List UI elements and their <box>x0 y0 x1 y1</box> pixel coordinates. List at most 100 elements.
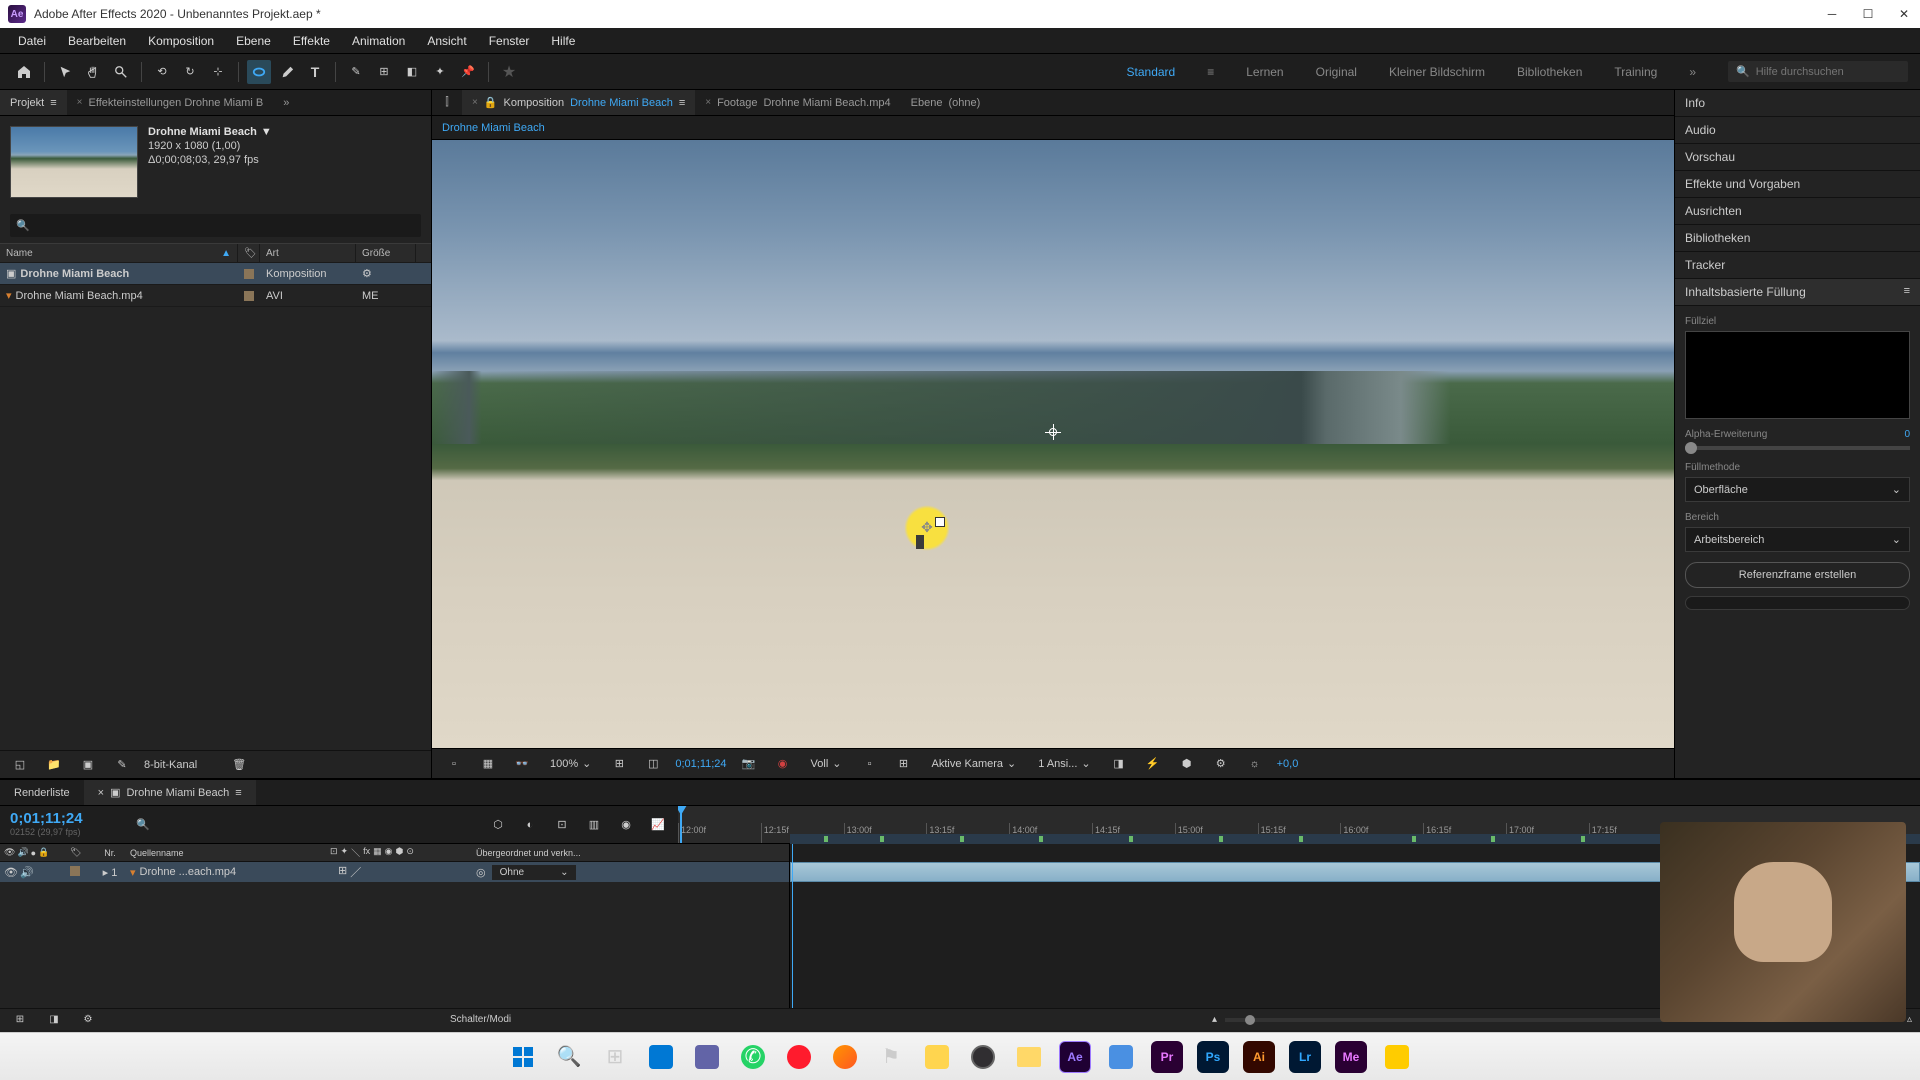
project-search[interactable]: 🔍 <box>10 214 421 237</box>
lock-icon[interactable]: 🔒 <box>38 847 49 858</box>
zoom-tool[interactable] <box>109 60 133 84</box>
camera-dropdown[interactable]: Aktive Kamera ⌄ <box>926 755 1023 772</box>
text-tool[interactable]: T <box>303 60 327 84</box>
search-button[interactable]: 🔍 <box>549 1037 589 1077</box>
reference-frame-button[interactable]: Referenzframe erstellen <box>1685 562 1910 588</box>
col-label[interactable]: 🏷 <box>238 244 260 262</box>
eraser-tool[interactable]: ◧ <box>400 60 424 84</box>
audio-panel-header[interactable]: Audio <box>1675 117 1920 144</box>
label-column-icon[interactable]: 🏷 <box>70 847 81 857</box>
grid-icon[interactable]: ⊞ <box>892 752 916 776</box>
alpha-slider[interactable] <box>1685 446 1910 450</box>
new-folder-icon[interactable]: 📁 <box>42 753 66 777</box>
always-preview-icon[interactable]: ▫ <box>442 752 466 776</box>
timeline-comp-tab[interactable]: × ▣ Drohne Miami Beach ≡ <box>84 780 256 805</box>
brush-tool[interactable]: ✎ <box>344 60 368 84</box>
composition-tab[interactable]: × 🔒 Komposition Drohne Miami Beach ≡ <box>462 90 695 115</box>
close-button[interactable]: ✕ <box>1896 6 1912 22</box>
layer-visibility-toggle[interactable]: 👁 <box>4 866 18 879</box>
menu-window[interactable]: Fenster <box>479 30 540 52</box>
rectangle-tool[interactable] <box>247 60 271 84</box>
obs-button[interactable] <box>963 1037 1003 1077</box>
generate-fill-button[interactable] <box>1685 596 1910 610</box>
project-settings-icon[interactable]: ✎ <box>110 753 134 777</box>
timeline-layer-row[interactable]: 👁 🔊 ▸ 1 ▾Drohne ...each.mp4 ⊞ ／ ◎ Ohne ⌄ <box>0 862 789 882</box>
roi-icon[interactable]: ◫ <box>641 752 665 776</box>
menu-layer[interactable]: Ebene <box>226 30 281 52</box>
orbit-tool[interactable]: ⟲ <box>150 60 174 84</box>
draft-3d-icon[interactable]: ◐ <box>518 813 542 837</box>
layer-audio-toggle[interactable]: 🔊 <box>20 866 34 879</box>
align-panel-header[interactable]: Ausrichten <box>1675 198 1920 225</box>
photoshop-button[interactable]: Ps <box>1193 1037 1233 1077</box>
fill-method-dropdown[interactable]: Oberfläche⌄ <box>1685 477 1910 502</box>
solo-icon[interactable]: ● <box>31 848 36 858</box>
audio-icon[interactable]: 🔊 <box>17 847 28 858</box>
timeline-timecode[interactable]: 0;01;11;24 <box>10 810 118 827</box>
menu-view[interactable]: Ansicht <box>417 30 476 52</box>
quality-switch[interactable]: ⊞ <box>338 864 347 880</box>
renderer-icon[interactable]: ⚙ <box>1209 752 1233 776</box>
interpret-footage-icon[interactable]: ◱ <box>8 753 32 777</box>
teams-button[interactable] <box>687 1037 727 1077</box>
clone-tool[interactable]: ⊞ <box>372 60 396 84</box>
toggle-brainstorm-icon[interactable]: ⚙ <box>76 1008 100 1032</box>
bit-depth-button[interactable]: 8-bit-Kanal <box>144 759 197 771</box>
hand-tool[interactable] <box>81 60 105 84</box>
workspace-learn[interactable]: Lernen <box>1242 57 1287 87</box>
current-time-display[interactable]: 0;01;11;24 <box>675 758 726 770</box>
col-name[interactable]: Name▲ <box>0 244 238 262</box>
pickwhip-icon[interactable]: ◎ <box>476 866 486 879</box>
panel-overflow[interactable]: » <box>273 90 299 115</box>
panel-menu-icon[interactable]: ≡ <box>1904 285 1910 299</box>
workspace-training[interactable]: Training <box>1610 57 1661 87</box>
toggle-modes-icon[interactable]: ◨ <box>42 1008 66 1032</box>
minimize-button[interactable]: ─ <box>1824 6 1840 22</box>
firefox-button[interactable] <box>825 1037 865 1077</box>
anchor-tool[interactable]: ⊹ <box>206 60 230 84</box>
lock-icon[interactable]: 🔒 <box>484 96 498 109</box>
workspace-standard[interactable]: Standard <box>1123 57 1180 87</box>
col-source-name[interactable]: Quellenname <box>130 848 330 858</box>
mask-toggle-icon[interactable]: 👓 <box>510 752 534 776</box>
lightroom-button[interactable]: Lr <box>1285 1037 1325 1077</box>
explorer-button[interactable] <box>1009 1037 1049 1077</box>
task-view-button[interactable]: ⊞ <box>595 1037 635 1077</box>
resolution-dropdown[interactable]: Voll ⌄ <box>805 755 848 772</box>
timeline-search-input[interactable] <box>150 817 470 832</box>
pixel-aspect-icon[interactable]: ◨ <box>1107 752 1131 776</box>
col-type[interactable]: Art <box>260 244 356 262</box>
zoom-in-icon[interactable]: ▵ <box>1907 1014 1912 1025</box>
motion-blur-icon[interactable]: ◉ <box>614 813 638 837</box>
premiere-button[interactable]: Pr <box>1147 1037 1187 1077</box>
parent-dropdown[interactable]: Ohne ⌄ <box>492 865 577 880</box>
roto-tool[interactable]: ✦ <box>428 60 452 84</box>
pen-tool[interactable] <box>275 60 299 84</box>
switches-modes-toggle[interactable]: Schalter/Modi <box>450 1014 511 1025</box>
frame-blend-icon[interactable]: ▥ <box>582 813 606 837</box>
exposure-reset-icon[interactable]: ☼ <box>1243 752 1267 776</box>
composition-viewer[interactable] <box>432 140 1674 748</box>
media-encoder-button[interactable]: Me <box>1331 1037 1371 1077</box>
project-search-input[interactable] <box>30 218 415 233</box>
flowchart-icon[interactable]: ⚙ <box>362 267 372 280</box>
selection-marker[interactable] <box>935 517 945 527</box>
content-fill-header[interactable]: Inhaltsbasierte Füllung≡ <box>1675 279 1920 306</box>
panel-grip[interactable]: ⫿ <box>432 90 462 115</box>
snapshot-icon[interactable]: 📷 <box>737 752 761 776</box>
layer-tab[interactable]: Ebene (ohne) <box>901 90 991 115</box>
footage-tab[interactable]: × Footage Drohne Miami Beach.mp4 <box>695 90 900 115</box>
workspace-small-screen[interactable]: Kleiner Bildschirm <box>1385 57 1489 87</box>
start-button[interactable] <box>503 1037 543 1077</box>
workspace-libraries[interactable]: Bibliotheken <box>1513 57 1586 87</box>
fast-preview-icon[interactable]: ▫ <box>858 752 882 776</box>
workspace-menu-icon[interactable]: ≡ <box>1203 57 1218 87</box>
notes-button[interactable] <box>917 1037 957 1077</box>
col-size[interactable]: Größe <box>356 244 416 262</box>
shape-fill-toggle[interactable]: ★ <box>497 60 521 84</box>
range-dropdown[interactable]: Arbeitsbereich⌄ <box>1685 527 1910 552</box>
zoom-out-icon[interactable]: ▴ <box>1212 1014 1217 1025</box>
rotate-tool[interactable]: ↻ <box>178 60 202 84</box>
preview-panel-header[interactable]: Vorschau <box>1675 144 1920 171</box>
resolution-icon[interactable]: ⊞ <box>607 752 631 776</box>
